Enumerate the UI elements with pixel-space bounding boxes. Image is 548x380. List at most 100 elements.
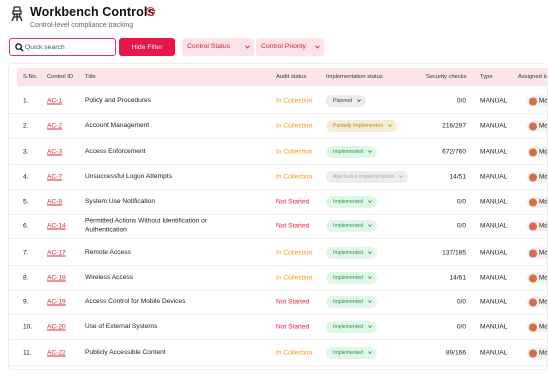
avatar <box>529 349 537 357</box>
search-input[interactable] <box>25 41 113 53</box>
implementation-status-dropdown[interactable]: Alternative Implementation <box>326 171 409 183</box>
assignee-chip[interactable]: Md <box>527 95 548 107</box>
control-type: MANUAL <box>480 274 508 282</box>
control-id-link[interactable]: AC-7 <box>47 174 62 181</box>
table-header: S.No. Control ID Title Audit status Impl… <box>17 68 547 86</box>
audit-status: In Collection <box>276 148 313 156</box>
assignee-chip[interactable]: Md <box>527 220 548 232</box>
assignee-chip[interactable]: Md <box>527 146 548 158</box>
assignee-chip[interactable]: Md <box>527 171 548 183</box>
control-id-link[interactable]: AC-3 <box>47 149 62 156</box>
table-row[interactable]: 4. AC-7 Unsuccessful Logon Attempts In Coll… <box>9 165 548 190</box>
security-checks: 0/0 <box>456 97 466 105</box>
assignee-chip[interactable]: Md <box>527 196 547 208</box>
implementation-status-dropdown[interactable]: Implemented <box>326 347 377 359</box>
chevron-down-icon <box>399 175 404 178</box>
assignee-name: Md <box>539 298 548 306</box>
table-row[interactable]: 6. AC-14 Permitted Actions Without Identif… <box>9 214 548 239</box>
control-priority-dropdown[interactable]: Control Priority <box>256 38 324 56</box>
workbench-logo-icon <box>11 6 23 22</box>
row-sno: 5. <box>23 198 29 206</box>
implementation-status-dropdown[interactable]: Partially Implemented <box>326 120 397 132</box>
avatar <box>529 274 537 282</box>
control-status-dropdown[interactable]: Control Status <box>182 38 254 56</box>
table-row[interactable]: 1. AC-1 Policy and Procedures In Collection… <box>9 89 548 114</box>
security-checks: 0/0 <box>456 222 466 230</box>
control-type: MANUAL <box>480 323 508 331</box>
avatar <box>529 198 537 206</box>
page-title: Workbench Controls <box>30 5 155 19</box>
control-id-link[interactable]: AC-17 <box>47 250 66 257</box>
control-id-link[interactable]: AC-19 <box>47 299 66 306</box>
table-row[interactable]: 11. AC-22 Publicly Accessible Content In Co… <box>9 341 547 366</box>
chevron-down-icon <box>357 99 361 102</box>
avatar <box>529 97 537 105</box>
implementation-status-dropdown[interactable]: Planned <box>326 95 367 107</box>
control-type: MANUAL <box>480 198 508 206</box>
control-id-link[interactable]: AC-22 <box>47 350 66 357</box>
control-id-link[interactable]: AC-18 <box>47 275 66 282</box>
control-id-link[interactable]: AC-20 <box>47 324 66 331</box>
table-row[interactable]: 8. AC-18 Wireless Access In Collection Imple… <box>9 266 547 291</box>
implementation-status-dropdown[interactable]: Implemented <box>326 296 377 308</box>
assignee-name: Md <box>539 97 548 105</box>
implementation-status-label: Implemented <box>333 324 363 330</box>
assignee-name: Md <box>539 148 548 156</box>
control-title: Permitted Actions Without Identification… <box>85 217 208 234</box>
header-sno: S.No. <box>23 74 38 80</box>
table-row[interactable]: 7. AC-17 Remote Access In Collection Impleme… <box>9 241 547 266</box>
control-status-label: Control Status <box>187 43 231 50</box>
assignee-name: Md <box>539 173 548 181</box>
implementation-status-dropdown[interactable]: Implemented <box>326 321 377 333</box>
control-type: MANUAL <box>480 122 508 130</box>
control-title: Wireless Access <box>85 273 133 281</box>
header-audit-status: Audit status <box>276 74 307 80</box>
assignee-chip[interactable]: Md <box>527 272 547 284</box>
assignee-chip[interactable]: Md <box>527 321 548 333</box>
chevron-down-icon <box>368 351 372 354</box>
implementation-status-dropdown[interactable]: Implemented <box>326 146 377 158</box>
control-title: Access Control for Mobile Devices <box>85 297 186 305</box>
assignee-chip[interactable]: Md <box>527 120 547 132</box>
chevron-down-icon <box>368 251 372 254</box>
row-sno: 6. <box>23 222 29 230</box>
control-id-link[interactable]: AC-1 <box>47 98 62 105</box>
assignee-name: Md <box>539 222 548 230</box>
implementation-status-dropdown[interactable]: Implemented <box>326 220 377 232</box>
control-title: Remote Access <box>85 248 131 256</box>
audit-status: In Collection <box>276 274 313 282</box>
audit-status: Not Started <box>276 198 310 206</box>
header-security-checks: Security checks <box>426 74 467 80</box>
assignee-chip[interactable]: Md <box>527 347 547 359</box>
table-row[interactable]: 5. AC-8 System Use Notification Not Started… <box>9 190 547 215</box>
implementation-status-dropdown[interactable]: Implemented <box>326 196 377 208</box>
implementation-status-dropdown[interactable]: Implemented <box>326 272 377 284</box>
control-type: MANUAL <box>480 222 508 230</box>
hide-filter-button[interactable]: Hide Filter <box>119 38 175 56</box>
search-box[interactable] <box>9 38 116 56</box>
table-row[interactable]: 9. AC-19 Access Control for Mobile Devices… <box>9 290 548 315</box>
security-checks: 0/0 <box>456 298 466 306</box>
control-type: MANUAL <box>480 249 508 257</box>
avatar <box>529 122 537 130</box>
audit-status: In Collection <box>276 349 313 357</box>
assignee-name: Md <box>539 323 548 331</box>
assignee-chip[interactable]: Md <box>527 247 547 259</box>
audit-status: In Collection <box>276 97 313 105</box>
avatar <box>529 173 537 181</box>
table-row[interactable]: 3. AC-3 Access Enforcement In Collection Imp… <box>9 140 548 165</box>
control-title: System Use Notification <box>85 197 155 205</box>
chevron-down-icon <box>368 325 372 328</box>
implementation-status-dropdown[interactable]: Implemented <box>326 247 377 259</box>
control-id-link[interactable]: AC-2 <box>47 123 62 130</box>
control-type: MANUAL <box>480 173 508 181</box>
table-row[interactable]: 10. AC-20 Use of External Systems Not Start… <box>9 315 548 340</box>
control-title: Access Enforcement <box>85 147 146 155</box>
table-row[interactable]: 2. AC-2 Account Management In Collection Par… <box>9 114 547 139</box>
controls-table: S.No. Control ID Title Audit status Impl… <box>8 63 548 370</box>
avatar <box>529 298 537 306</box>
control-id-link[interactable]: AC-8 <box>47 199 62 206</box>
info-icon[interactable]: i <box>146 7 155 16</box>
assignee-chip[interactable]: Md <box>527 296 548 308</box>
control-id-link[interactable]: AC-14 <box>47 223 66 230</box>
